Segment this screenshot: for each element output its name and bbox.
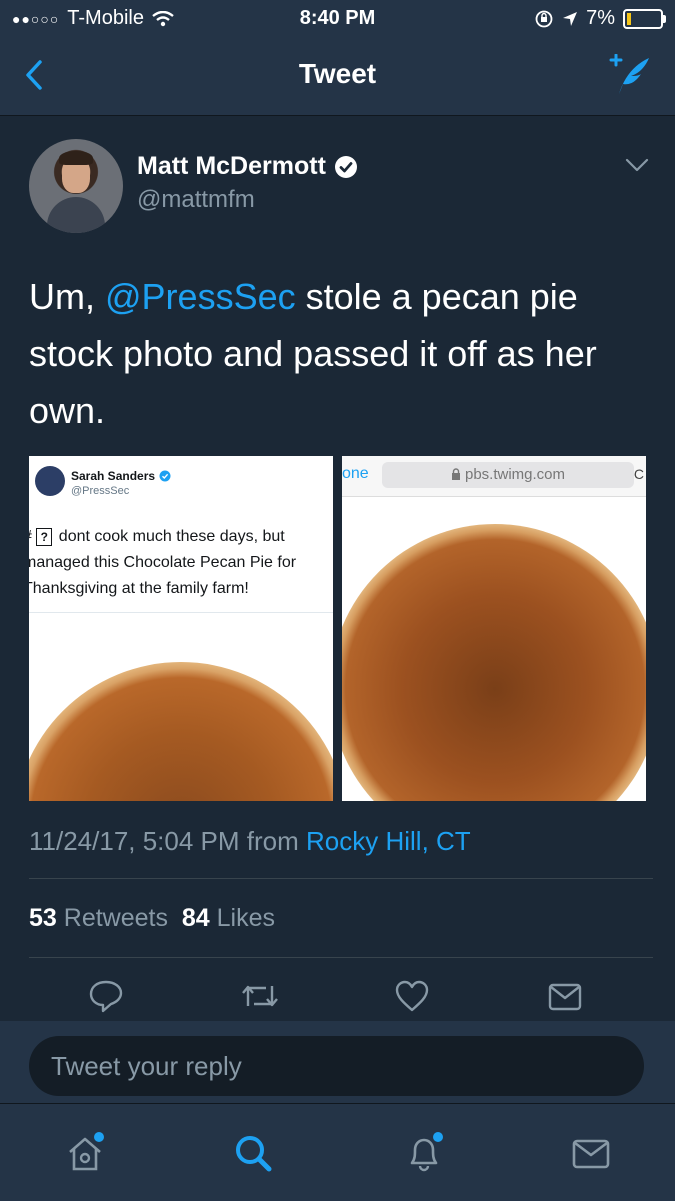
tweet-text: Um, @PressSec stole a pecan pie stock ph…: [29, 268, 649, 439]
browser-done: one: [342, 465, 369, 482]
status-right: 7%: [534, 7, 666, 30]
screenshot-text-body: dont cook much these days, but managed t…: [29, 528, 297, 597]
page-title: Tweet: [298, 58, 377, 89]
screenshot-author: Sarah Sanders: [71, 469, 171, 483]
screenshot-divider: [29, 612, 333, 613]
reply-bar: [0, 1021, 675, 1103]
like-icon[interactable]: [394, 978, 430, 1014]
messages-icon: [572, 1139, 610, 1169]
likes-count[interactable]: 84 Likes: [182, 904, 275, 932]
reply-icon[interactable]: [88, 978, 124, 1014]
pecan-pie-stock-image: [342, 524, 646, 801]
tweet-counts: 53 Retweets 84 Likes: [29, 904, 275, 933]
verified-badge-icon: [334, 155, 357, 178]
likes-label: Likes: [216, 904, 276, 932]
reply-input[interactable]: [29, 1036, 644, 1096]
dm-icon[interactable]: [547, 978, 583, 1014]
tweet-actions: [0, 978, 675, 1018]
tweet-meta: 11/24/17, 5:04 PM from Rocky Hill, CT: [29, 826, 471, 857]
notifications-unread-dot: [433, 1132, 443, 1142]
screenshot-avatar: [35, 466, 65, 496]
tab-notifications[interactable]: [403, 1132, 445, 1179]
screenshot-author-name: Sarah Sanders: [71, 469, 156, 483]
lock-icon: [451, 468, 460, 480]
nav-bar: Tweet: [0, 38, 675, 116]
screenshot-verified-icon: [159, 470, 171, 482]
tweet-image-1[interactable]: Sarah Sanders @PressSec # ? dont cook mu…: [29, 456, 333, 801]
avatar[interactable]: [29, 139, 123, 233]
author-name-text[interactable]: Matt McDermott: [137, 152, 326, 181]
tab-search[interactable]: [232, 1132, 274, 1179]
browser-url-text: pbs.twimg.com: [464, 466, 566, 483]
retweet-icon[interactable]: [240, 978, 280, 1014]
tweet-image-2[interactable]: one pbs.twimg.com C: [342, 456, 646, 801]
divider: [29, 957, 653, 958]
tab-home[interactable]: [64, 1132, 106, 1179]
reload-icon: C: [633, 466, 644, 482]
status-bar: ●●○○○ T-Mobile 8:40 PM 7%: [0, 0, 675, 38]
screenshot-handle: @PressSec: [71, 485, 130, 497]
search-icon: [236, 1136, 272, 1172]
browser-bar: one pbs.twimg.com C: [342, 456, 646, 497]
retweets-count[interactable]: 53 Retweets: [29, 904, 168, 932]
battery-percent: 7%: [586, 7, 615, 29]
orientation-lock-icon: [535, 10, 553, 27]
author-name[interactable]: Matt McDermott: [137, 152, 358, 181]
tweet-text-prefix: Um,: [29, 276, 105, 317]
browser-url: pbs.twimg.com: [382, 462, 634, 488]
pecan-pie-image: [29, 662, 333, 801]
author-handle[interactable]: @mattmfm: [137, 186, 255, 214]
retweets-label: Retweets: [63, 904, 168, 932]
tweet-location[interactable]: Rocky Hill, CT: [306, 826, 471, 856]
chevron-down-icon[interactable]: [625, 158, 649, 172]
tab-bar: [0, 1103, 675, 1201]
divider: [29, 878, 653, 879]
tweet-timestamp: 11/24/17, 5:04 PM from: [29, 826, 306, 856]
screenshot-text: # ? dont cook much these days, but manag…: [29, 524, 323, 602]
tab-messages[interactable]: [570, 1132, 612, 1179]
home-unread-dot: [94, 1132, 104, 1142]
unknown-glyph-icon: ?: [36, 528, 53, 546]
compose-tweet-icon[interactable]: [605, 54, 651, 96]
retweets-number: 53: [29, 904, 57, 932]
location-icon: [563, 11, 578, 26]
screenshot-text-prefix: #: [29, 528, 36, 545]
likes-number: 84: [181, 904, 210, 932]
battery-icon: [623, 8, 666, 29]
mention-link[interactable]: @PressSec: [105, 276, 296, 317]
tweet-detail: Matt McDermott @mattmfm Um, @PressSec st…: [0, 116, 675, 1021]
